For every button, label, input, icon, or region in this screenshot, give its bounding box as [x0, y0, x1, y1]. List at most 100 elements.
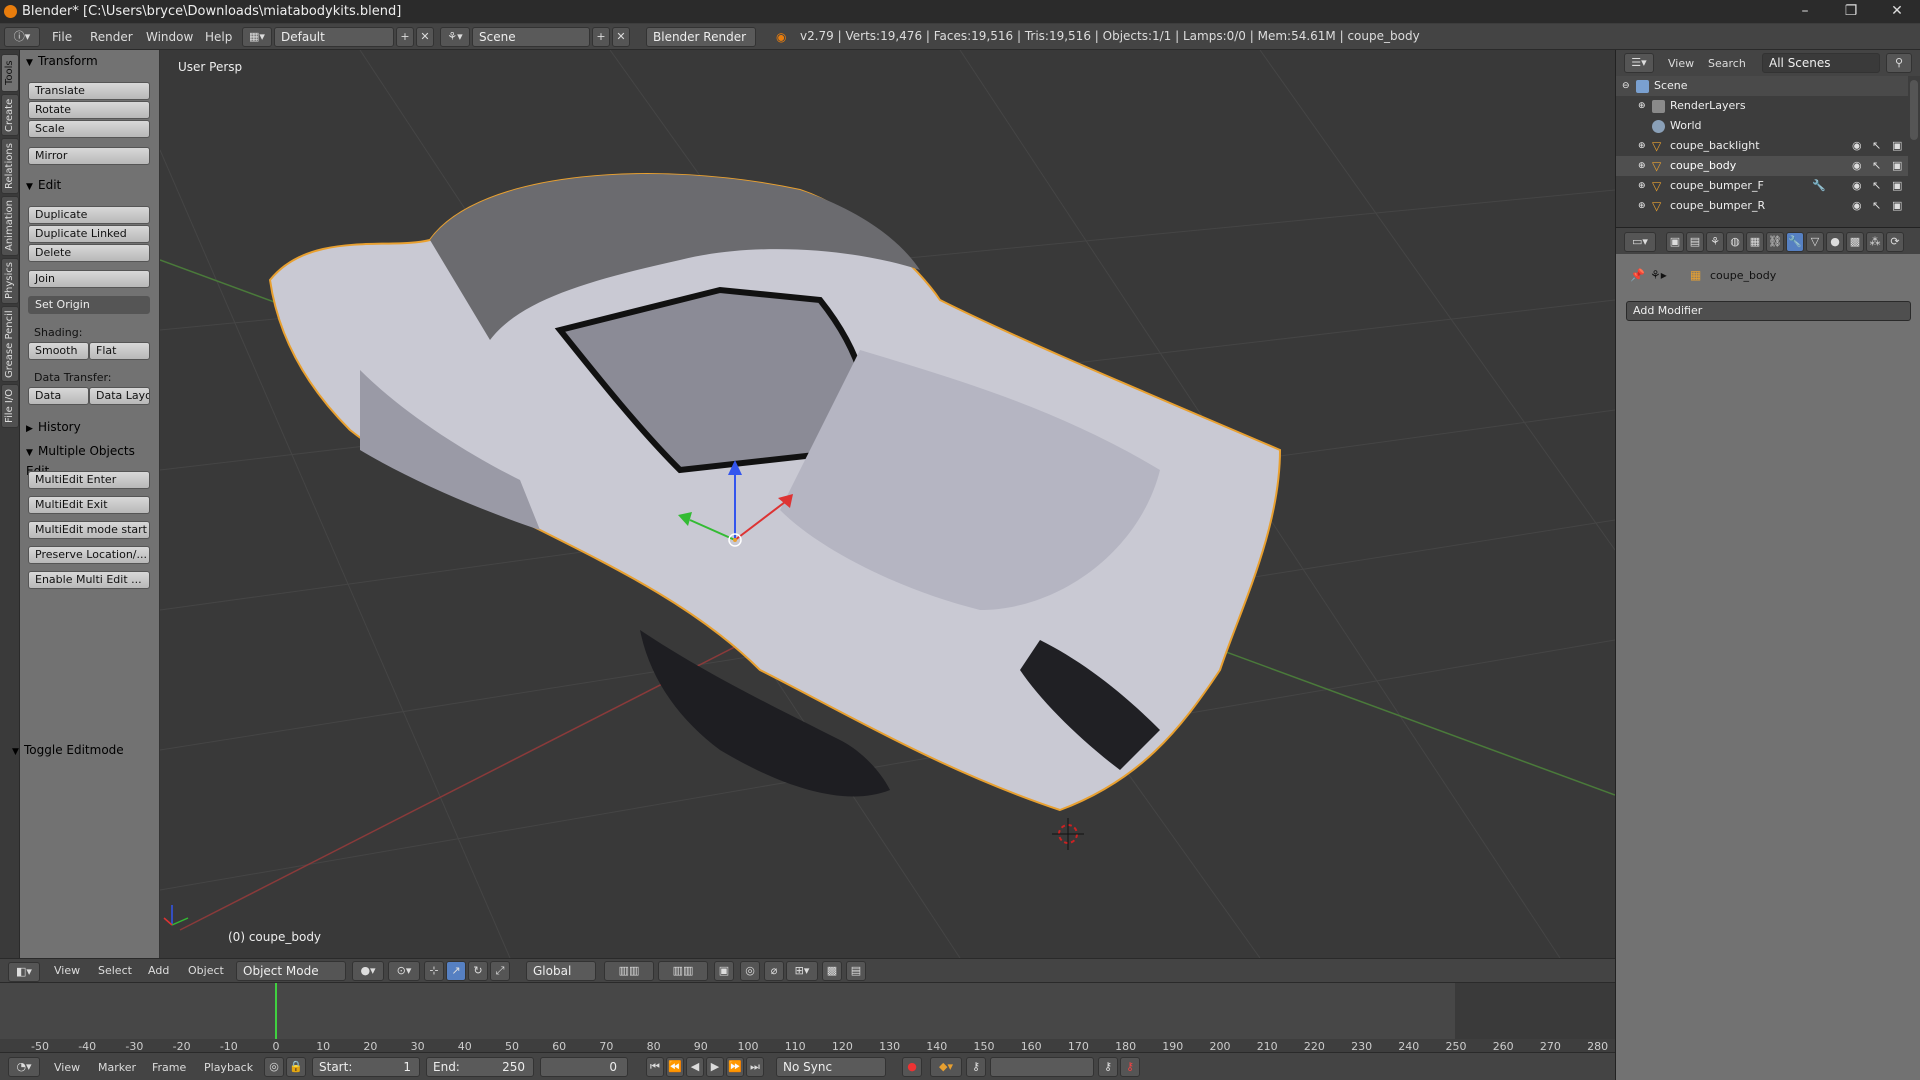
menu-object[interactable]: Object: [188, 962, 224, 980]
outliner-item-coupe-backlight[interactable]: ⊕ ▽ coupe_backlight ◉ ↖ ▣: [1616, 136, 1908, 156]
outliner-search-icon[interactable]: ⚲: [1886, 53, 1912, 73]
mirror-button[interactable]: Mirror: [28, 147, 150, 165]
maximize-button[interactable]: ❐: [1828, 0, 1874, 23]
panel-multi-edit-header[interactable]: ▼Multiple Objects Edit: [26, 442, 159, 478]
menu-timeline-view[interactable]: View: [54, 1059, 80, 1077]
outliner-item-coupe-bumper-r[interactable]: ⊕ ▽ coupe_bumper_R ◉ ↖ ▣: [1616, 196, 1908, 216]
delete-button[interactable]: Delete: [28, 244, 150, 262]
keyframe-delete-icon[interactable]: ⚷: [1120, 1057, 1140, 1077]
expand-icon[interactable]: ⊕: [1638, 96, 1646, 116]
panel-transform-header[interactable]: ▼ Transform: [26, 52, 98, 70]
menu-add[interactable]: Add: [148, 962, 169, 980]
modifiers-tab-icon[interactable]: 🔧: [1786, 232, 1804, 252]
menu-file[interactable]: File: [52, 28, 72, 46]
data-transfer-button[interactable]: Data: [28, 387, 89, 405]
selectable-cursor-icon[interactable]: ↖: [1872, 136, 1881, 156]
scene-tab-icon[interactable]: ⚘: [1706, 232, 1724, 252]
current-frame-field[interactable]: 0: [540, 1057, 628, 1077]
insert-keyframe-icon[interactable]: ⚷: [966, 1057, 986, 1077]
outliner-display-mode-select[interactable]: All Scenes: [1762, 53, 1880, 73]
menu-frame[interactable]: Frame: [152, 1059, 186, 1077]
timeline-ruler[interactable]: -50 -40 -30 -20 -10 0 10 20 30 40 50 60 70 80 90 100 110…: [0, 1039, 1615, 1053]
car-body-model[interactable]: [268, 173, 1282, 812]
menu-playback[interactable]: Playback: [204, 1059, 253, 1077]
outliner-item-coupe-bumper-f[interactable]: ⊕ ▽ coupe_bumper_F 🔧 ◉ ↖ ▣: [1616, 176, 1908, 196]
render-tab-icon[interactable]: ▣: [1666, 232, 1684, 252]
timeline-area[interactable]: -50 -40 -30 -20 -10 0 10 20 30 40 50 60 70 80 90 100 110…: [0, 982, 1615, 1053]
panel-history-header[interactable]: ▶ History: [26, 418, 81, 436]
layers-group-2-icon[interactable]: ▥▥: [658, 961, 708, 981]
start-frame-field[interactable]: Start: 1: [312, 1057, 420, 1077]
multiedit-exit-button[interactable]: MultiEdit Exit: [28, 496, 150, 514]
opengl-render-icon[interactable]: ▩: [822, 961, 842, 981]
renderable-camera-icon[interactable]: ▣: [1892, 156, 1902, 176]
tab-create[interactable]: Create: [1, 94, 19, 136]
outliner-item-renderlayers[interactable]: ⊕ RenderLayers: [1616, 96, 1908, 116]
screen-layout-field[interactable]: Default: [274, 27, 394, 47]
renderable-camera-icon[interactable]: ▣: [1892, 176, 1902, 196]
screen-layout-icon[interactable]: ▦▾: [242, 27, 272, 47]
current-frame-playhead[interactable]: [275, 983, 277, 1039]
flat-button[interactable]: Flat: [89, 342, 150, 360]
play-icon[interactable]: ▶: [706, 1057, 724, 1077]
pivot-point-icon[interactable]: ⊙▾: [388, 961, 420, 981]
outliner-view-menu[interactable]: View: [1668, 55, 1694, 73]
3d-cursor-icon[interactable]: [1052, 818, 1084, 850]
world-tab-icon[interactable]: ◍: [1726, 232, 1744, 252]
jump-start-icon[interactable]: ⏮: [646, 1057, 664, 1077]
multiedit-enter-button[interactable]: MultiEdit Enter: [28, 471, 150, 489]
jump-keyframe-forward-icon[interactable]: ⏩: [726, 1057, 744, 1077]
scene-field[interactable]: Scene: [472, 27, 590, 47]
keyframe-insert-icon[interactable]: ⚷: [1098, 1057, 1118, 1077]
sync-mode-select[interactable]: No Sync: [776, 1057, 886, 1077]
outliner-item-scene[interactable]: ⊖ Scene: [1616, 76, 1908, 96]
renderable-camera-icon[interactable]: ▣: [1892, 136, 1902, 156]
tab-file-io[interactable]: File I/O: [1, 384, 19, 428]
render-animation-icon[interactable]: ▤: [846, 961, 866, 981]
editor-type-3d-icon[interactable]: ◧▾: [8, 962, 40, 982]
translate-manipulator-icon[interactable]: ↗: [446, 961, 466, 981]
proportional-edit-icon[interactable]: ◎: [740, 961, 760, 981]
expand-icon[interactable]: ⊕: [1638, 196, 1646, 216]
remove-scene-icon[interactable]: ✕: [612, 27, 630, 47]
mode-select[interactable]: Object Mode: [236, 961, 346, 981]
editor-type-outliner-icon[interactable]: ☰▾: [1624, 53, 1654, 73]
tab-grease-pencil[interactable]: Grease Pencil: [1, 306, 19, 382]
add-modifier-select[interactable]: Add Modifier: [1626, 301, 1911, 321]
jump-keyframe-back-icon[interactable]: ⏪: [666, 1057, 684, 1077]
selectable-cursor-icon[interactable]: ↖: [1872, 156, 1881, 176]
outliner-search-menu[interactable]: Search: [1708, 55, 1746, 73]
visibility-eye-icon[interactable]: ◉: [1852, 136, 1862, 156]
physics-tab-icon[interactable]: ⟳: [1886, 232, 1904, 252]
add-scene-icon[interactable]: +: [592, 27, 610, 47]
data-tab-icon[interactable]: ▽: [1806, 232, 1824, 252]
snap-toggle-icon[interactable]: ⌀: [764, 961, 784, 981]
close-button[interactable]: ✕: [1874, 0, 1920, 23]
play-reverse-icon[interactable]: ◀: [686, 1057, 704, 1077]
active-keying-set-field[interactable]: [990, 1057, 1094, 1077]
jump-end-icon[interactable]: ⏭: [746, 1057, 764, 1077]
panel-toggle-editmode-header[interactable]: ▼ Toggle Editmode: [12, 741, 124, 759]
viewport-shading-icon[interactable]: ●▾: [352, 961, 384, 981]
expand-icon[interactable]: ⊖: [1622, 76, 1630, 96]
particles-tab-icon[interactable]: ⁂: [1866, 232, 1884, 252]
set-origin-select[interactable]: Set Origin: [28, 296, 150, 314]
tab-animation[interactable]: Animation: [1, 196, 19, 256]
manipulator-toggle-icon[interactable]: ⊹: [424, 961, 444, 981]
material-tab-icon[interactable]: ●: [1826, 232, 1844, 252]
minimize-button[interactable]: –: [1782, 0, 1828, 23]
translate-button[interactable]: Translate: [28, 82, 150, 100]
panel-edit-header[interactable]: ▼ Edit: [26, 176, 61, 194]
constraints-tab-icon[interactable]: ⛓: [1766, 232, 1784, 252]
duplicate-button[interactable]: Duplicate: [28, 206, 150, 224]
visibility-eye-icon[interactable]: ◉: [1852, 156, 1862, 176]
rotate-button[interactable]: Rotate: [28, 101, 150, 119]
selectable-cursor-icon[interactable]: ↖: [1872, 176, 1881, 196]
menu-marker[interactable]: Marker: [98, 1059, 136, 1077]
tab-physics[interactable]: Physics: [1, 258, 19, 304]
3d-viewport[interactable]: User Persp (0) coupe_body: [160, 50, 1615, 958]
preserve-location-button[interactable]: Preserve Location/...: [28, 546, 150, 564]
duplicate-linked-button[interactable]: Duplicate Linked: [28, 225, 150, 243]
renderable-camera-icon[interactable]: ▣: [1892, 196, 1902, 216]
editor-type-properties-icon[interactable]: ▭▾: [1624, 232, 1656, 252]
